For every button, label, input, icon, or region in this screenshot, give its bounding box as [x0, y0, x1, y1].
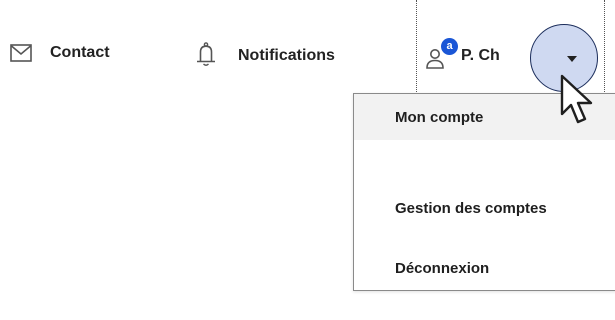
- contact-label: Contact: [50, 44, 110, 61]
- user-name: P. Ch: [461, 47, 500, 64]
- menu-item-deconnexion[interactable]: Déconnexion: [354, 260, 615, 290]
- menu-item-gestion-des-comptes[interactable]: Gestion des comptes: [354, 185, 615, 231]
- separator: [416, 0, 417, 92]
- screen: Contact Notifications a P. Ch Mon compte…: [0, 0, 615, 320]
- contact-link[interactable]: Contact: [10, 44, 110, 62]
- mouse-pointer-icon: [560, 74, 606, 128]
- user-icon: a: [425, 38, 458, 72]
- account-badge: a: [441, 38, 458, 55]
- notifications-link[interactable]: Notifications: [196, 42, 335, 68]
- caret-down-icon: [567, 56, 577, 62]
- user-menu[interactable]: a P. Ch: [425, 38, 500, 72]
- notifications-label: Notifications: [238, 47, 335, 64]
- mail-icon: [10, 44, 32, 62]
- bell-icon: [196, 42, 216, 68]
